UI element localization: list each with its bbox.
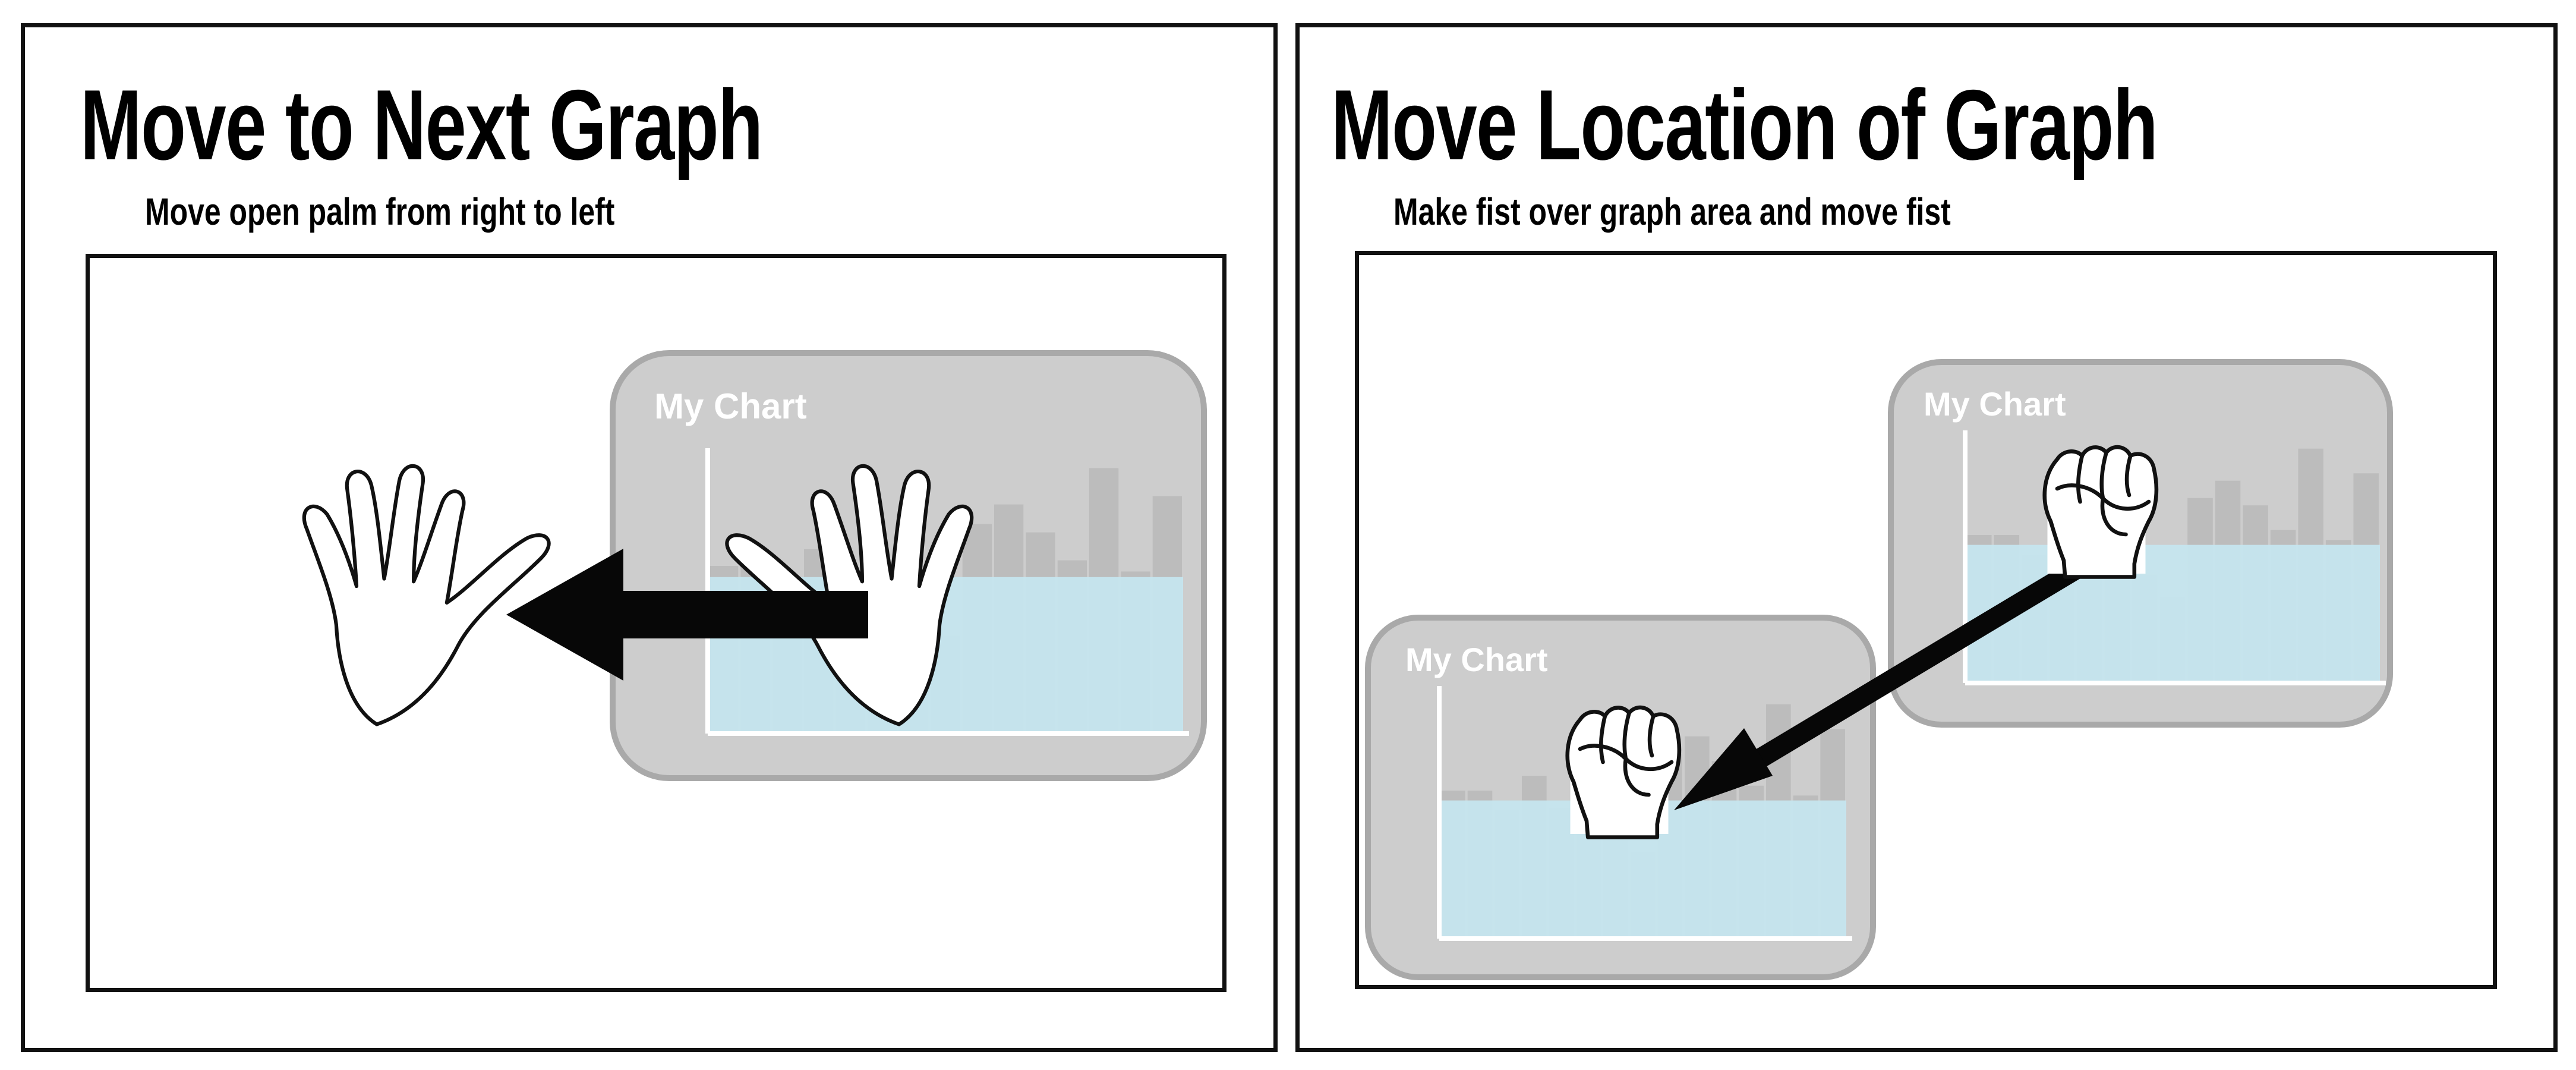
chart-card-title: My Chart — [1924, 385, 2066, 423]
gesture-scene: My Chart My Chart — [1355, 251, 2497, 989]
panel-title: Move to Next Graph — [80, 69, 763, 181]
fist-icon — [1565, 705, 1682, 839]
scene-drawing: My Chart — [302, 350, 1207, 781]
panel-subtitle: Move open palm from right to left — [145, 190, 615, 233]
open-hand-icon — [302, 464, 551, 726]
panel-move-graph: Move Location of Graph Make fist over gr… — [1295, 23, 2558, 1052]
gesture-scene: My Chart — [86, 254, 1226, 992]
chart-card-title: My Chart — [654, 386, 807, 426]
chart-fill-area — [1965, 545, 2380, 683]
panel-subtitle: Make fist over graph area and move fist — [1393, 190, 1951, 233]
panel-next-graph: Move to Next Graph Move open palm from r… — [21, 23, 1278, 1052]
chart-card-title: My Chart — [1405, 641, 1548, 678]
panel-title: Move Location of Graph — [1331, 69, 2158, 181]
scene-drawing: My Chart My Chart — [1365, 359, 2393, 980]
fist-icon — [2042, 445, 2159, 579]
hand-outline — [302, 464, 551, 726]
